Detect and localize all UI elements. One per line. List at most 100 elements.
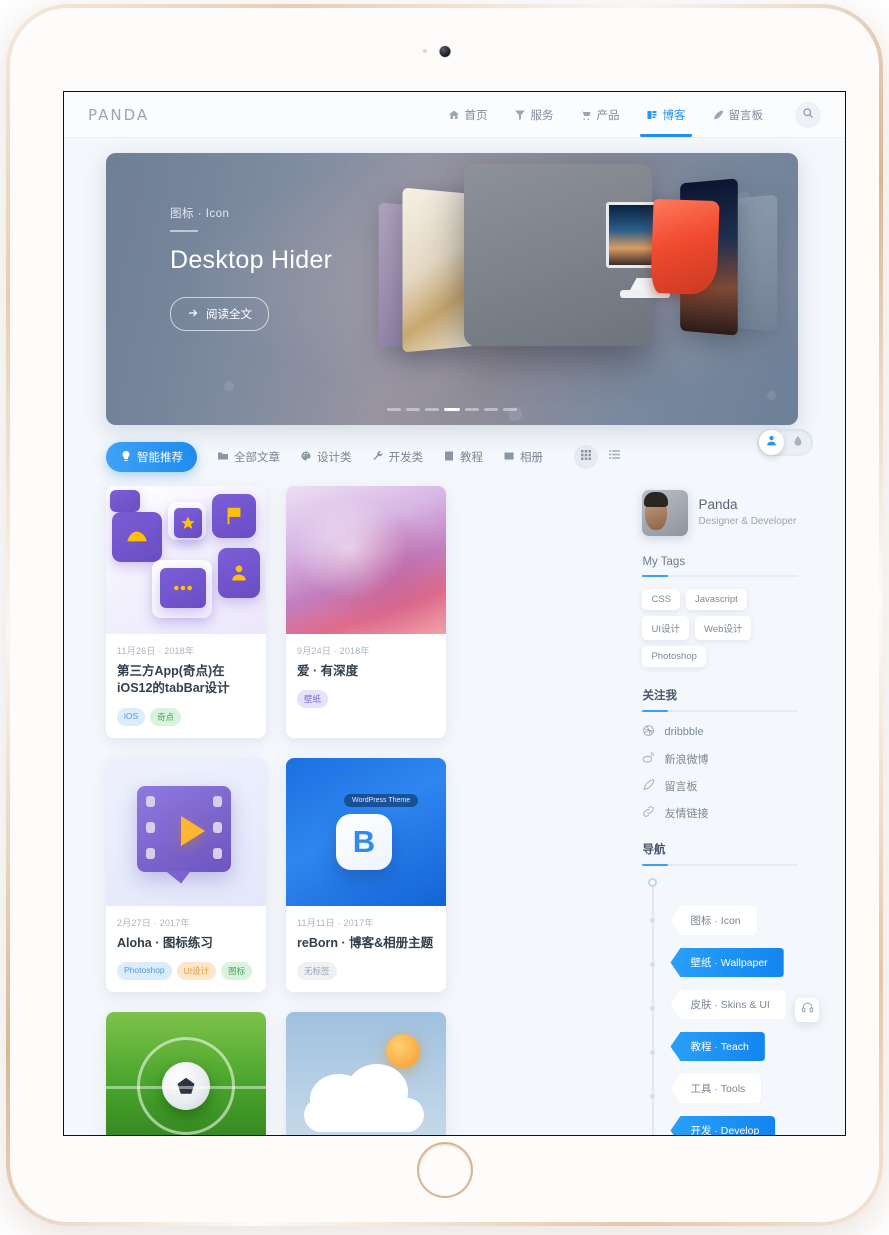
nav-item-products[interactable]: 产品: [578, 93, 622, 137]
red-cloth: [650, 198, 720, 296]
card-tag[interactable]: Photoshop: [117, 961, 172, 980]
hero-bokeh: [224, 381, 234, 391]
sidebar-tag[interactable]: Photoshop: [642, 646, 706, 667]
social-link-label: dribbble: [664, 726, 704, 738]
social-link-guestbook[interactable]: 留言板: [642, 778, 798, 794]
card-thumbnail: [106, 486, 266, 634]
card-tag[interactable]: 无标签: [297, 961, 337, 980]
article-card[interactable]: 11月26日 · 2018年 第三方App(奇点)在iOS12的tabBar设计…: [106, 486, 266, 738]
filter-smart-recommend[interactable]: 智能推荐: [106, 442, 197, 472]
follow-me-title: 关注我: [642, 690, 677, 702]
filter-design[interactable]: 设计类: [300, 449, 352, 465]
carousel-indicators[interactable]: [387, 408, 517, 411]
card-tag[interactable]: 壁纸: [297, 690, 329, 709]
carousel-dot-active[interactable]: [444, 408, 460, 411]
article-card[interactable]: 4月22日 · 2017年 Football手机壁纸 壁纸: [106, 1011, 266, 1135]
carousel-dot[interactable]: [484, 408, 498, 411]
social-link-dribbble[interactable]: dribbble: [642, 724, 798, 740]
ambient-sensor: [422, 49, 427, 53]
card-date: 9月24日 · 2018年: [297, 646, 370, 656]
theme-logo: B: [336, 813, 392, 870]
nav-timeline-item: 图标 · Icon: [670, 906, 798, 935]
carousel-dot[interactable]: [503, 408, 517, 411]
music-player-button[interactable]: [795, 998, 819, 1022]
article-card[interactable]: WordPress Theme B 11月11日 · 2017年 reBorn …: [286, 757, 446, 992]
toggle-knob[interactable]: [759, 430, 784, 455]
filter-all-articles[interactable]: 全部文章: [217, 449, 280, 465]
site-logo[interactable]: PANDA: [88, 106, 149, 124]
image-icon: [503, 450, 515, 465]
nav-item-services[interactable]: 服务: [512, 93, 556, 137]
nav-label-products: 产品: [596, 109, 620, 122]
list-view-button[interactable]: [602, 445, 626, 469]
sidebar-tag[interactable]: UI设计: [642, 616, 689, 640]
bulb-icon: [120, 450, 132, 465]
social-link-friends[interactable]: 友情链接: [642, 805, 798, 821]
section-divider: [642, 710, 798, 712]
nav-label-blog: 博客: [662, 109, 686, 122]
nav-pill-teach[interactable]: 教程 · Teach: [670, 1032, 765, 1061]
thumb-icon-tile: [174, 508, 202, 538]
hero-banner[interactable]: 图标 · Icon Desktop Hider 阅读全文: [106, 153, 798, 425]
nav-item-guestbook[interactable]: 留言板: [710, 93, 766, 137]
article-grid: 11月26日 · 2018年 第三方App(奇点)在iOS12的tabBar设计…: [106, 486, 624, 1135]
grid-view-button[interactable]: [574, 445, 598, 469]
front-camera: [439, 46, 450, 57]
filter-label: 教程: [460, 452, 483, 464]
filter-tutorials[interactable]: 教程: [443, 449, 483, 465]
card-tag[interactable]: UI设计: [176, 961, 217, 980]
nav-pill-tools[interactable]: 工具 · Tools: [670, 1074, 762, 1103]
thumb-icon-tile: [218, 548, 260, 598]
toggle-off-slot[interactable]: [784, 434, 811, 452]
nav-pill-icon[interactable]: 图标 · Icon: [670, 906, 757, 935]
thumb-icon-tile: [160, 568, 206, 608]
card-thumbnail: [106, 1011, 266, 1135]
film-sprocket: [213, 821, 222, 833]
card-tags: 无标签: [297, 961, 435, 980]
hero-read-more-button[interactable]: 阅读全文: [170, 297, 269, 331]
article-card[interactable]: 11月28日 · 2015年 教程 · 介绍一种绘制方法 Photoshop: [286, 1011, 446, 1135]
wrench-icon: [372, 450, 384, 465]
nav-pill-wallpaper[interactable]: 壁纸 · Wallpaper: [670, 948, 784, 977]
film-sprocket: [146, 795, 155, 807]
search-button[interactable]: [795, 101, 821, 128]
nav-timeline: 图标 · Icon 壁纸 · Wallpaper 皮肤 · Skins & UI…: [642, 878, 798, 1135]
sidebar-tag[interactable]: Web设计: [694, 616, 752, 640]
nav-item-home[interactable]: 首页: [446, 93, 490, 137]
filter-development[interactable]: 开发类: [372, 449, 424, 465]
avatar[interactable]: [642, 490, 689, 536]
view-mode-toggle: [574, 445, 626, 469]
hero-kicker: 图标 · Icon: [170, 208, 230, 220]
thumb-icon-tile: [112, 512, 162, 562]
sidebar-tag[interactable]: Javascript: [686, 589, 747, 610]
social-link-weibo[interactable]: 新浪微博: [642, 751, 798, 767]
film-sprocket: [146, 847, 155, 859]
filter-album[interactable]: 相册: [503, 449, 543, 465]
pen-icon: [712, 109, 724, 121]
social-link-label: 新浪微博: [664, 754, 709, 766]
card-title: reBorn · 博客&相册主题: [297, 935, 434, 950]
card-body: 11月11日 · 2017年 reBorn · 博客&相册主题 无标签: [286, 906, 446, 992]
hero-divider: [170, 230, 198, 232]
article-card[interactable]: 9月24日 · 2018年 爱 · 有深度 壁纸: [286, 486, 446, 738]
palette-icon: [300, 450, 312, 465]
nav-pill-develop[interactable]: 开发 · Develop: [670, 1116, 776, 1135]
article-card[interactable]: 2月27日 · 2017年 Aloha · 图标练习 Photoshop UI设…: [106, 757, 266, 992]
page-content: 11月26日 · 2018年 第三方App(奇点)在iOS12的tabBar设计…: [106, 486, 798, 1135]
card-tag[interactable]: 奇点: [150, 707, 182, 726]
nav-pill-skins[interactable]: 皮肤 · Skins & UI: [670, 990, 786, 1019]
user-mode-toggle[interactable]: [757, 429, 813, 456]
carousel-dot[interactable]: [465, 408, 479, 411]
carousel-dot[interactable]: [387, 408, 401, 411]
carousel-dot[interactable]: [406, 408, 420, 411]
carousel-dot[interactable]: [425, 408, 439, 411]
home-button[interactable]: [416, 1142, 473, 1198]
sidebar-tag[interactable]: CSS: [642, 589, 681, 610]
nav-timeline-item: 教程 · Teach: [670, 1032, 798, 1061]
profile-role: Designer & Developer: [698, 516, 797, 527]
my-tags-title: My Tags: [642, 556, 686, 568]
nav-item-blog[interactable]: 博客: [639, 93, 692, 137]
filter-label: 开发类: [388, 452, 424, 464]
card-tag[interactable]: 图标: [221, 961, 253, 980]
card-tag[interactable]: iOS: [117, 707, 146, 726]
